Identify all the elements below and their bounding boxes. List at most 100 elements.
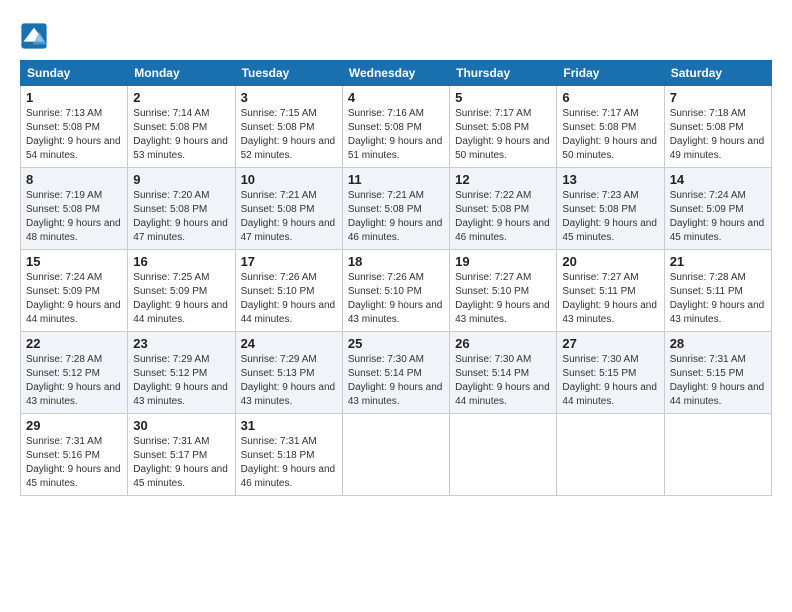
day-number: 29 [26, 418, 122, 433]
calendar-day-cell: 19 Sunrise: 7:27 AM Sunset: 5:10 PM Dayl… [450, 250, 557, 332]
day-info: Sunrise: 7:19 AM Sunset: 5:08 PM Dayligh… [26, 189, 122, 245]
day-number: 3 [241, 90, 337, 105]
day-number: 31 [241, 418, 337, 433]
weekday-header: Wednesday [342, 61, 449, 86]
calendar-day-cell [450, 414, 557, 496]
calendar-week-row: 8 Sunrise: 7:19 AM Sunset: 5:08 PM Dayli… [21, 168, 772, 250]
day-number: 6 [562, 90, 658, 105]
day-number: 15 [26, 254, 122, 269]
calendar-day-cell: 30 Sunrise: 7:31 AM Sunset: 5:17 PM Dayl… [128, 414, 235, 496]
day-number: 5 [455, 90, 551, 105]
day-info: Sunrise: 7:29 AM Sunset: 5:13 PM Dayligh… [241, 353, 337, 409]
day-number: 14 [670, 172, 766, 187]
calendar-day-cell: 17 Sunrise: 7:26 AM Sunset: 5:10 PM Dayl… [235, 250, 342, 332]
calendar-day-cell: 4 Sunrise: 7:16 AM Sunset: 5:08 PM Dayli… [342, 86, 449, 168]
calendar-day-cell: 16 Sunrise: 7:25 AM Sunset: 5:09 PM Dayl… [128, 250, 235, 332]
day-info: Sunrise: 7:31 AM Sunset: 5:18 PM Dayligh… [241, 435, 337, 491]
calendar-day-cell: 2 Sunrise: 7:14 AM Sunset: 5:08 PM Dayli… [128, 86, 235, 168]
day-info: Sunrise: 7:25 AM Sunset: 5:09 PM Dayligh… [133, 271, 229, 327]
day-number: 11 [348, 172, 444, 187]
day-number: 22 [26, 336, 122, 351]
calendar-day-cell [664, 414, 771, 496]
weekday-header: Saturday [664, 61, 771, 86]
day-info: Sunrise: 7:31 AM Sunset: 5:15 PM Dayligh… [670, 353, 766, 409]
calendar-day-cell: 14 Sunrise: 7:24 AM Sunset: 5:09 PM Dayl… [664, 168, 771, 250]
day-info: Sunrise: 7:24 AM Sunset: 5:09 PM Dayligh… [26, 271, 122, 327]
weekday-header: Sunday [21, 61, 128, 86]
calendar-week-row: 15 Sunrise: 7:24 AM Sunset: 5:09 PM Dayl… [21, 250, 772, 332]
logo-icon [20, 22, 48, 50]
calendar-day-cell: 3 Sunrise: 7:15 AM Sunset: 5:08 PM Dayli… [235, 86, 342, 168]
day-info: Sunrise: 7:27 AM Sunset: 5:10 PM Dayligh… [455, 271, 551, 327]
day-number: 21 [670, 254, 766, 269]
day-info: Sunrise: 7:28 AM Sunset: 5:12 PM Dayligh… [26, 353, 122, 409]
day-info: Sunrise: 7:16 AM Sunset: 5:08 PM Dayligh… [348, 107, 444, 163]
day-info: Sunrise: 7:17 AM Sunset: 5:08 PM Dayligh… [455, 107, 551, 163]
calendar-day-cell: 18 Sunrise: 7:26 AM Sunset: 5:10 PM Dayl… [342, 250, 449, 332]
calendar-header-row: SundayMondayTuesdayWednesdayThursdayFrid… [21, 61, 772, 86]
day-info: Sunrise: 7:18 AM Sunset: 5:08 PM Dayligh… [670, 107, 766, 163]
weekday-header: Thursday [450, 61, 557, 86]
calendar-day-cell: 9 Sunrise: 7:20 AM Sunset: 5:08 PM Dayli… [128, 168, 235, 250]
day-info: Sunrise: 7:20 AM Sunset: 5:08 PM Dayligh… [133, 189, 229, 245]
calendar-week-row: 22 Sunrise: 7:28 AM Sunset: 5:12 PM Dayl… [21, 332, 772, 414]
day-number: 23 [133, 336, 229, 351]
day-number: 9 [133, 172, 229, 187]
calendar-week-row: 29 Sunrise: 7:31 AM Sunset: 5:16 PM Dayl… [21, 414, 772, 496]
day-info: Sunrise: 7:21 AM Sunset: 5:08 PM Dayligh… [348, 189, 444, 245]
calendar-day-cell: 27 Sunrise: 7:30 AM Sunset: 5:15 PM Dayl… [557, 332, 664, 414]
day-info: Sunrise: 7:26 AM Sunset: 5:10 PM Dayligh… [348, 271, 444, 327]
day-number: 10 [241, 172, 337, 187]
calendar-day-cell: 15 Sunrise: 7:24 AM Sunset: 5:09 PM Dayl… [21, 250, 128, 332]
day-number: 20 [562, 254, 658, 269]
day-info: Sunrise: 7:30 AM Sunset: 5:15 PM Dayligh… [562, 353, 658, 409]
day-info: Sunrise: 7:21 AM Sunset: 5:08 PM Dayligh… [241, 189, 337, 245]
calendar-day-cell: 28 Sunrise: 7:31 AM Sunset: 5:15 PM Dayl… [664, 332, 771, 414]
day-number: 24 [241, 336, 337, 351]
day-number: 26 [455, 336, 551, 351]
day-number: 17 [241, 254, 337, 269]
calendar-day-cell: 23 Sunrise: 7:29 AM Sunset: 5:12 PM Dayl… [128, 332, 235, 414]
calendar-day-cell: 25 Sunrise: 7:30 AM Sunset: 5:14 PM Dayl… [342, 332, 449, 414]
calendar-day-cell: 8 Sunrise: 7:19 AM Sunset: 5:08 PM Dayli… [21, 168, 128, 250]
calendar-day-cell: 22 Sunrise: 7:28 AM Sunset: 5:12 PM Dayl… [21, 332, 128, 414]
day-info: Sunrise: 7:26 AM Sunset: 5:10 PM Dayligh… [241, 271, 337, 327]
day-number: 30 [133, 418, 229, 433]
day-number: 25 [348, 336, 444, 351]
day-info: Sunrise: 7:31 AM Sunset: 5:16 PM Dayligh… [26, 435, 122, 491]
weekday-header: Tuesday [235, 61, 342, 86]
day-info: Sunrise: 7:15 AM Sunset: 5:08 PM Dayligh… [241, 107, 337, 163]
calendar-day-cell: 1 Sunrise: 7:13 AM Sunset: 5:08 PM Dayli… [21, 86, 128, 168]
calendar-day-cell [342, 414, 449, 496]
day-number: 19 [455, 254, 551, 269]
weekday-header: Friday [557, 61, 664, 86]
day-number: 12 [455, 172, 551, 187]
day-number: 8 [26, 172, 122, 187]
calendar-day-cell [557, 414, 664, 496]
day-info: Sunrise: 7:27 AM Sunset: 5:11 PM Dayligh… [562, 271, 658, 327]
calendar-table: SundayMondayTuesdayWednesdayThursdayFrid… [20, 60, 772, 496]
calendar-day-cell: 26 Sunrise: 7:30 AM Sunset: 5:14 PM Dayl… [450, 332, 557, 414]
calendar-day-cell: 29 Sunrise: 7:31 AM Sunset: 5:16 PM Dayl… [21, 414, 128, 496]
day-info: Sunrise: 7:30 AM Sunset: 5:14 PM Dayligh… [348, 353, 444, 409]
day-info: Sunrise: 7:22 AM Sunset: 5:08 PM Dayligh… [455, 189, 551, 245]
calendar-day-cell: 7 Sunrise: 7:18 AM Sunset: 5:08 PM Dayli… [664, 86, 771, 168]
day-number: 1 [26, 90, 122, 105]
calendar-day-cell: 31 Sunrise: 7:31 AM Sunset: 5:18 PM Dayl… [235, 414, 342, 496]
day-info: Sunrise: 7:30 AM Sunset: 5:14 PM Dayligh… [455, 353, 551, 409]
calendar-day-cell: 12 Sunrise: 7:22 AM Sunset: 5:08 PM Dayl… [450, 168, 557, 250]
page-container: SundayMondayTuesdayWednesdayThursdayFrid… [0, 0, 792, 506]
day-info: Sunrise: 7:24 AM Sunset: 5:09 PM Dayligh… [670, 189, 766, 245]
day-info: Sunrise: 7:17 AM Sunset: 5:08 PM Dayligh… [562, 107, 658, 163]
day-info: Sunrise: 7:13 AM Sunset: 5:08 PM Dayligh… [26, 107, 122, 163]
calendar-day-cell: 20 Sunrise: 7:27 AM Sunset: 5:11 PM Dayl… [557, 250, 664, 332]
day-info: Sunrise: 7:23 AM Sunset: 5:08 PM Dayligh… [562, 189, 658, 245]
day-info: Sunrise: 7:28 AM Sunset: 5:11 PM Dayligh… [670, 271, 766, 327]
day-number: 18 [348, 254, 444, 269]
header [20, 18, 772, 50]
day-info: Sunrise: 7:29 AM Sunset: 5:12 PM Dayligh… [133, 353, 229, 409]
calendar-day-cell: 21 Sunrise: 7:28 AM Sunset: 5:11 PM Dayl… [664, 250, 771, 332]
logo [20, 22, 52, 50]
calendar-day-cell: 11 Sunrise: 7:21 AM Sunset: 5:08 PM Dayl… [342, 168, 449, 250]
calendar-day-cell: 13 Sunrise: 7:23 AM Sunset: 5:08 PM Dayl… [557, 168, 664, 250]
